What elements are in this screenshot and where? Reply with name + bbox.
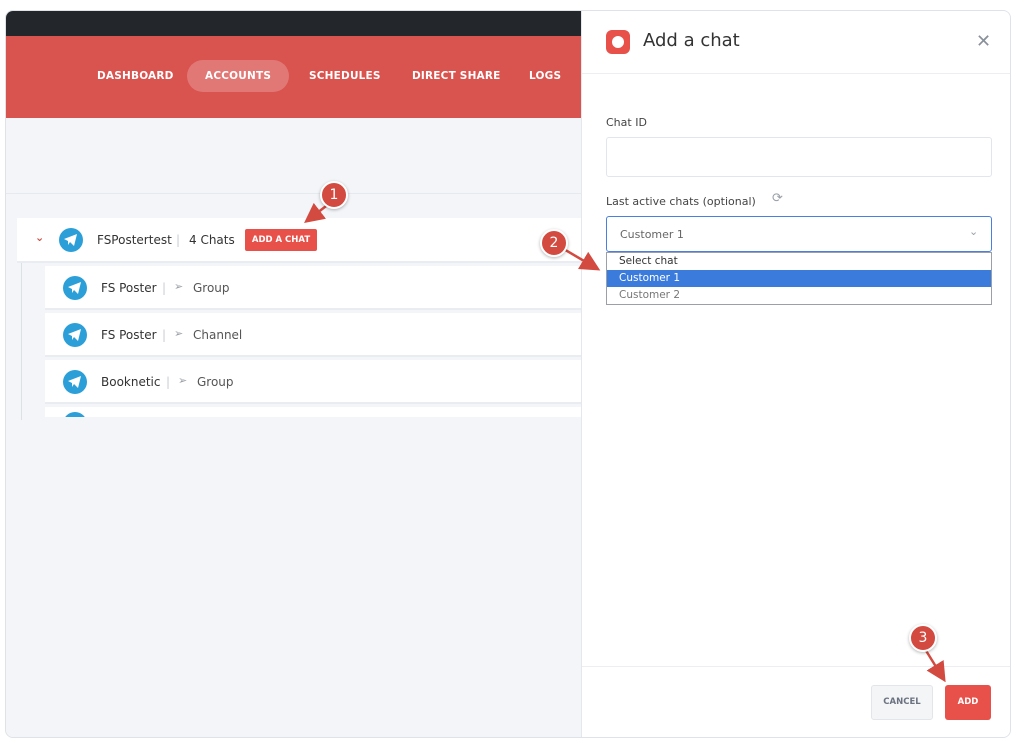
step-badge-1: 1 <box>320 181 348 209</box>
annotation-arrows <box>304 202 946 683</box>
arrow-3 <box>923 648 946 683</box>
step-badge-3: 3 <box>909 624 937 652</box>
step-badge-2: 2 <box>540 229 568 257</box>
arrow-2 <box>561 246 601 271</box>
